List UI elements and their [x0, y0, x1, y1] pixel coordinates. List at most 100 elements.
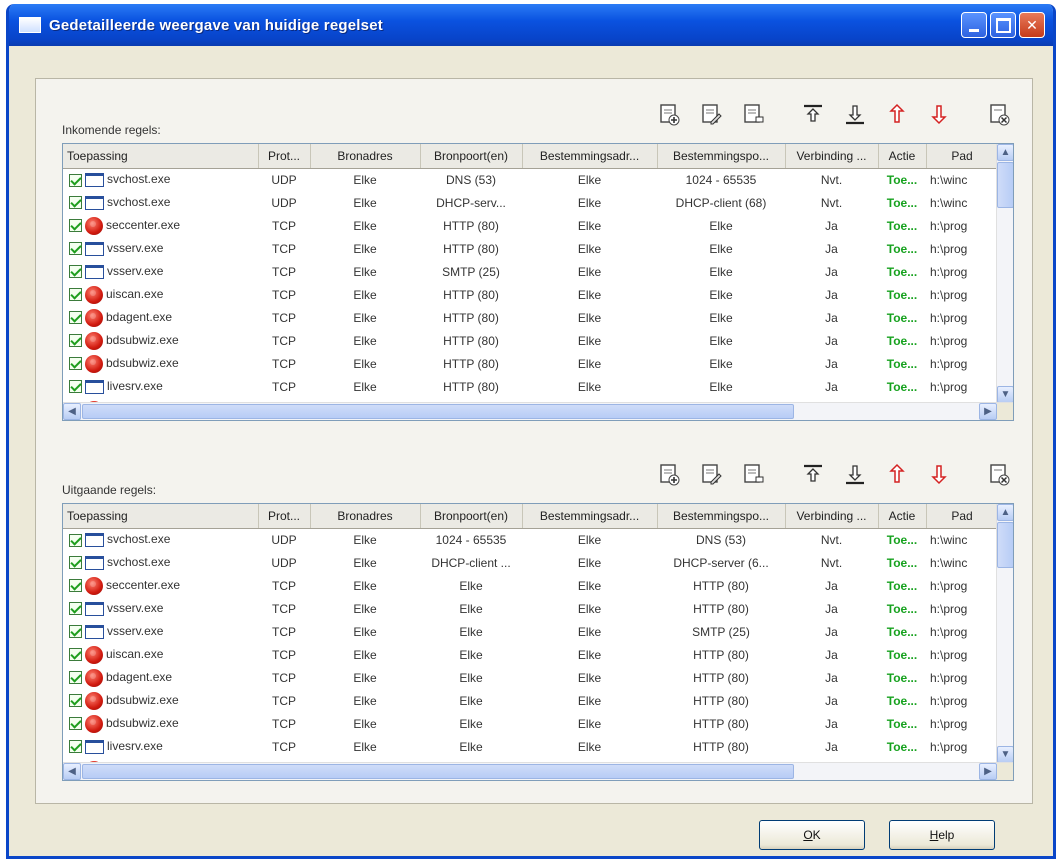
- delete-rule-button[interactable]: [738, 100, 768, 130]
- column-header[interactable]: Toepassing: [63, 144, 259, 169]
- table-row[interactable]: vsserv.exe TCP Elke SMTP (25) Elke Elke Ja Toe.…: [63, 260, 998, 283]
- column-header[interactable]: Prot...: [258, 144, 311, 169]
- outgoing-horizontal-scrollbar[interactable]: ◀ ▶: [63, 762, 1013, 780]
- move-bottom-button[interactable]: [840, 100, 870, 130]
- rule-enabled-checkbox[interactable]: [69, 533, 82, 547]
- table-row[interactable]: svchost.exe UDP Elke DHCP-serv... Elke DHCP-c…: [63, 191, 998, 214]
- scroll-thumb[interactable]: [82, 764, 794, 779]
- reset-rules-button[interactable]: [984, 100, 1014, 130]
- move-down-button[interactable]: [924, 100, 954, 130]
- scroll-down-icon[interactable]: ▼: [997, 746, 1013, 763]
- rule-enabled-checkbox[interactable]: [69, 556, 82, 570]
- table-row[interactable]: svchost.exe UDP Elke 1024 - 65535 Elke DNS (5…: [63, 528, 998, 551]
- column-header[interactable]: Verbinding ...: [785, 504, 879, 529]
- column-header[interactable]: Bronpoort(en): [420, 144, 523, 169]
- rule-enabled-checkbox[interactable]: [69, 717, 82, 730]
- rule-enabled-checkbox[interactable]: [69, 579, 82, 592]
- move-top-button[interactable]: [798, 460, 828, 490]
- column-header[interactable]: Actie: [878, 504, 927, 529]
- rule-enabled-checkbox[interactable]: [69, 357, 82, 370]
- scroll-right-icon[interactable]: ▶: [979, 403, 997, 420]
- column-header[interactable]: Bestemmingspo...: [657, 144, 786, 169]
- table-row[interactable]: seccenter.exe TCP Elke HTTP (80) Elke Elke Ja T…: [63, 214, 998, 237]
- rule-enabled-checkbox[interactable]: [69, 694, 82, 707]
- rule-enabled-checkbox[interactable]: [69, 219, 82, 232]
- help-button[interactable]: Help: [889, 820, 995, 850]
- rule-enabled-checkbox[interactable]: [69, 265, 82, 279]
- table-row[interactable]: bdsubwiz.exe TCP Elke HTTP (80) Elke Elke Ja To…: [63, 352, 998, 375]
- move-bottom-button[interactable]: [840, 460, 870, 490]
- move-down-button[interactable]: [924, 460, 954, 490]
- table-row[interactable]: uiscan.exe TCP Elke Elke Elke HTTP (80) Ja Toe.…: [63, 643, 998, 666]
- column-header[interactable]: Pad: [926, 144, 999, 169]
- outgoing-rules-grid[interactable]: Toepassing Prot... Bronadres Bronpoort(en) B…: [62, 503, 1014, 781]
- rule-enabled-checkbox[interactable]: [69, 740, 82, 754]
- rule-enabled-checkbox[interactable]: [69, 380, 82, 394]
- reset-rules-button[interactable]: [984, 460, 1014, 490]
- table-row[interactable]: bdagent.exe TCP Elke Elke Elke HTTP (80) Ja Toe…: [63, 666, 998, 689]
- column-header[interactable]: Prot...: [258, 504, 311, 529]
- move-up-button[interactable]: [882, 100, 912, 130]
- scroll-up-icon[interactable]: ▲: [997, 504, 1013, 521]
- move-top-button[interactable]: [798, 100, 828, 130]
- incoming-vertical-scrollbar[interactable]: ▲ ▼: [996, 144, 1013, 403]
- close-button[interactable]: ✕: [1019, 12, 1045, 38]
- table-row[interactable]: bdagent.exe TCP Elke HTTP (80) Elke Elke Ja Toe…: [63, 306, 998, 329]
- minimize-button[interactable]: [961, 12, 987, 38]
- table-row[interactable]: livesrv.exe TCP Elke Elke Elke HTTP (80) Ja Toe…: [63, 735, 998, 758]
- table-row[interactable]: livesrv.exe TCP Elke HTTP (80) Elke Elke Ja Toe…: [63, 375, 998, 398]
- scroll-left-icon[interactable]: ◀: [63, 763, 81, 780]
- column-header[interactable]: Bronadres: [310, 144, 421, 169]
- column-header[interactable]: Bestemmingsadr...: [522, 504, 658, 529]
- table-row[interactable]: bdsubwiz.exe TCP Elke HTTP (80) Elke Elke Ja To…: [63, 329, 998, 352]
- column-header[interactable]: Bestemmingsadr...: [522, 144, 658, 169]
- outgoing-vertical-scrollbar[interactable]: ▲ ▼: [996, 504, 1013, 763]
- table-row[interactable]: vsserv.exe TCP Elke Elke Elke HTTP (80) Ja Toe.…: [63, 597, 998, 620]
- column-header[interactable]: Verbinding ...: [785, 144, 879, 169]
- table-row[interactable]: svchost.exe UDP Elke DNS (53) Elke 1024 - 655…: [63, 168, 998, 191]
- table-row[interactable]: svchost.exe UDP Elke DHCP-client ... Elke DHC…: [63, 551, 998, 574]
- rule-enabled-checkbox[interactable]: [69, 602, 82, 616]
- rule-enabled-checkbox[interactable]: [69, 311, 82, 324]
- column-header[interactable]: Bronadres: [310, 504, 421, 529]
- maximize-button[interactable]: [990, 12, 1016, 38]
- table-row[interactable]: vsserv.exe TCP Elke HTTP (80) Elke Elke Ja Toe.…: [63, 237, 998, 260]
- incoming-rules-grid[interactable]: Toepassing Prot... Bronadres Bronpoort(en) B…: [62, 143, 1014, 421]
- title-bar[interactable]: Gedetailleerde weergave van huidige rege…: [9, 4, 1053, 46]
- table-row[interactable]: seccenter.exe TCP Elke Elke Elke HTTP (80) Ja T…: [63, 574, 998, 597]
- edit-rule-button[interactable]: [696, 460, 726, 490]
- column-header[interactable]: Pad: [926, 504, 999, 529]
- column-header[interactable]: Bronpoort(en): [420, 504, 523, 529]
- add-rule-button[interactable]: [654, 100, 684, 130]
- rule-enabled-checkbox[interactable]: [69, 173, 82, 187]
- rule-enabled-checkbox[interactable]: [69, 625, 82, 639]
- scroll-thumb[interactable]: [82, 404, 794, 419]
- edit-rule-button[interactable]: [696, 100, 726, 130]
- ok-button[interactable]: OK: [759, 820, 865, 850]
- scroll-left-icon[interactable]: ◀: [63, 403, 81, 420]
- scroll-thumb[interactable]: [997, 162, 1013, 208]
- cell-conn: Ja: [825, 624, 838, 639]
- rule-enabled-checkbox[interactable]: [69, 196, 82, 210]
- add-rule-button[interactable]: [654, 460, 684, 490]
- rule-enabled-checkbox[interactable]: [69, 671, 82, 684]
- table-row[interactable]: bdsubwiz.exe TCP Elke Elke Elke HTTP (80) Ja To…: [63, 689, 998, 712]
- column-header[interactable]: Actie: [878, 144, 927, 169]
- column-header[interactable]: Toepassing: [63, 504, 259, 529]
- incoming-horizontal-scrollbar[interactable]: ◀ ▶: [63, 402, 1013, 420]
- rule-enabled-checkbox[interactable]: [69, 648, 82, 661]
- table-row[interactable]: uiscan.exe TCP Elke HTTP (80) Elke Elke Ja Toe.…: [63, 283, 998, 306]
- rule-enabled-checkbox[interactable]: [69, 242, 82, 256]
- scroll-up-icon[interactable]: ▲: [997, 144, 1013, 161]
- cell-path: h:\prog: [930, 601, 968, 616]
- column-header[interactable]: Bestemmingspo...: [657, 504, 786, 529]
- scroll-thumb[interactable]: [997, 522, 1013, 568]
- move-up-button[interactable]: [882, 460, 912, 490]
- scroll-down-icon[interactable]: ▼: [997, 386, 1013, 403]
- table-row[interactable]: vsserv.exe TCP Elke Elke Elke SMTP (25) Ja Toe.…: [63, 620, 998, 643]
- rule-enabled-checkbox[interactable]: [69, 334, 82, 347]
- rule-enabled-checkbox[interactable]: [69, 288, 82, 301]
- delete-rule-button[interactable]: [738, 460, 768, 490]
- scroll-right-icon[interactable]: ▶: [979, 763, 997, 780]
- table-row[interactable]: bdsubwiz.exe TCP Elke Elke Elke HTTP (80) Ja To…: [63, 712, 998, 735]
